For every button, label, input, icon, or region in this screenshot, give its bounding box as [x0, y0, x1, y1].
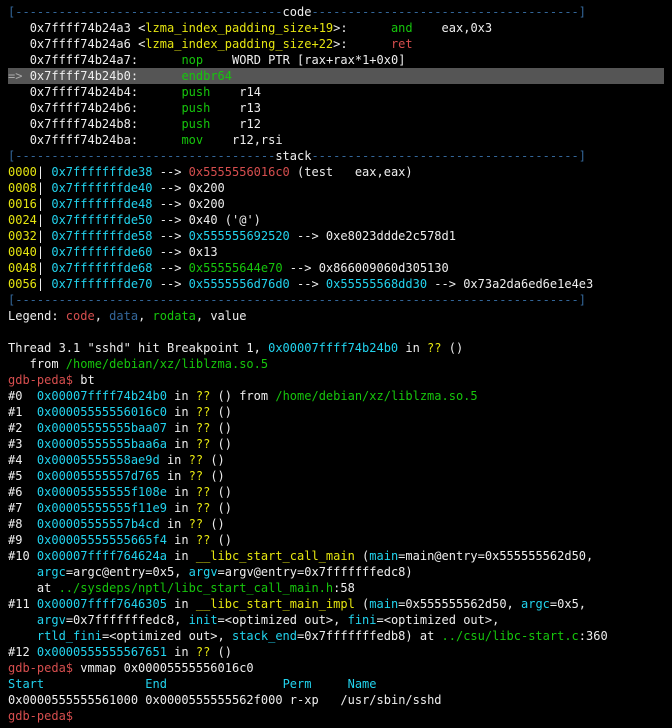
asm-line: 0x7ffff74b24b6: push r13 [8, 100, 664, 116]
stack-line: 0000| 0x7fffffffde38 --> 0x5555556016c0 … [8, 164, 664, 180]
bt-frame: #2 0x00005555555baa07 in ?? () [8, 420, 664, 436]
stack-line: 0056| 0x7fffffffde70 --> 0x5555556d76d0 … [8, 276, 664, 292]
bt-frame: #8 0x00005555557b4cd in ?? () [8, 516, 664, 532]
bt-frame-10b: argc=argc@entry=0x5, argv=argv@entry=0x7… [8, 564, 664, 580]
asm-line: 0x7ffff74b24b4: push r14 [8, 84, 664, 100]
bt-frame-10c: at ../sysdeps/nptl/libc_start_call_main.… [8, 580, 664, 596]
vmmap-header: Start End Perm Name [8, 676, 664, 692]
bt-frame: #5 0x00005555557d765 in ?? () [8, 468, 664, 484]
stack-line: 0024| 0x7fffffffde50 --> 0x40 ('@') [8, 212, 664, 228]
bt-frame: #1 0x00005555556016c0 in ?? () [8, 404, 664, 420]
stack-block: 0000| 0x7fffffffde38 --> 0x5555556016c0 … [8, 164, 664, 292]
bt-frame: #3 0x00005555555baa6a in ?? () [8, 436, 664, 452]
asm-line: => 0x7ffff74b24b0: endbr64 [8, 68, 664, 84]
code-section-header: [-------------------------------------co… [8, 4, 664, 20]
bt-frame: #0 0x00007ffff74b24b0 in ?? () from /hom… [8, 388, 664, 404]
backtrace-block: #0 0x00007ffff74b24b0 in ?? () from /hom… [8, 388, 664, 548]
asm-line: 0x7ffff74b24b8: push r12 [8, 116, 664, 132]
legend: Legend: code, data, rodata, value [8, 308, 664, 324]
bt-frame: #9 0x00005555555665f4 in ?? () [8, 532, 664, 548]
section-divider: [---------------------------------------… [8, 292, 664, 308]
bt-frame: #4 0x00005555558ae9d in ?? () [8, 452, 664, 468]
prompt-vmmap[interactable]: gdb-peda$ vmmap 0x00005555556016c0 [8, 660, 664, 676]
breakpoint-from: from /home/debian/xz/liblzma.so.5 [8, 356, 664, 372]
asm-line: 0x7ffff74b24a3 <lzma_index_padding_size+… [8, 20, 664, 36]
prompt-empty[interactable]: gdb-peda$ [8, 708, 664, 724]
bt-frame: #7 0x00005555555f11e9 in ?? () [8, 500, 664, 516]
asm-line: 0x7ffff74b24ba: mov r12,rsi [8, 132, 664, 148]
stack-line: 0048| 0x7fffffffde68 --> 0x55555644e70 -… [8, 260, 664, 276]
bt-frame-10: #10 0x00007ffff764624a in __libc_start_c… [8, 548, 664, 564]
bt-frame-11b: argv=0x7fffffffedc8, init=<optimized out… [8, 612, 664, 628]
bt-frame-12: #12 0x0000555555567651 in ?? () [8, 644, 664, 660]
breakpoint-line: Thread 3.1 "sshd" hit Breakpoint 1, 0x00… [8, 340, 664, 356]
prompt-bt[interactable]: gdb-peda$ bt [8, 372, 664, 388]
asm-line: 0x7ffff74b24a7: nop WORD PTR [rax+rax*1+… [8, 52, 664, 68]
stack-line: 0040| 0x7fffffffde60 --> 0x13 [8, 244, 664, 260]
stack-section-header: [------------------------------------sta… [8, 148, 664, 164]
stack-line: 0008| 0x7fffffffde40 --> 0x200 [8, 180, 664, 196]
bt-frame-11: #11 0x00007ffff7646305 in __libc_start_m… [8, 596, 664, 612]
bt-frame-11c: rtld_fini=<optimized out>, stack_end=0x7… [8, 628, 664, 644]
disassembly-block: 0x7ffff74b24a3 <lzma_index_padding_size+… [8, 20, 664, 148]
stack-line: 0016| 0x7fffffffde48 --> 0x200 [8, 196, 664, 212]
asm-line: 0x7ffff74b24a6 <lzma_index_padding_size+… [8, 36, 664, 52]
vmmap-row: 0x0000555555561000 0x0000555555562f000 r… [8, 692, 664, 708]
bt-frame: #6 0x00005555555f108e in ?? () [8, 484, 664, 500]
stack-line: 0032| 0x7fffffffde58 --> 0x555555692520 … [8, 228, 664, 244]
blank [8, 324, 664, 340]
